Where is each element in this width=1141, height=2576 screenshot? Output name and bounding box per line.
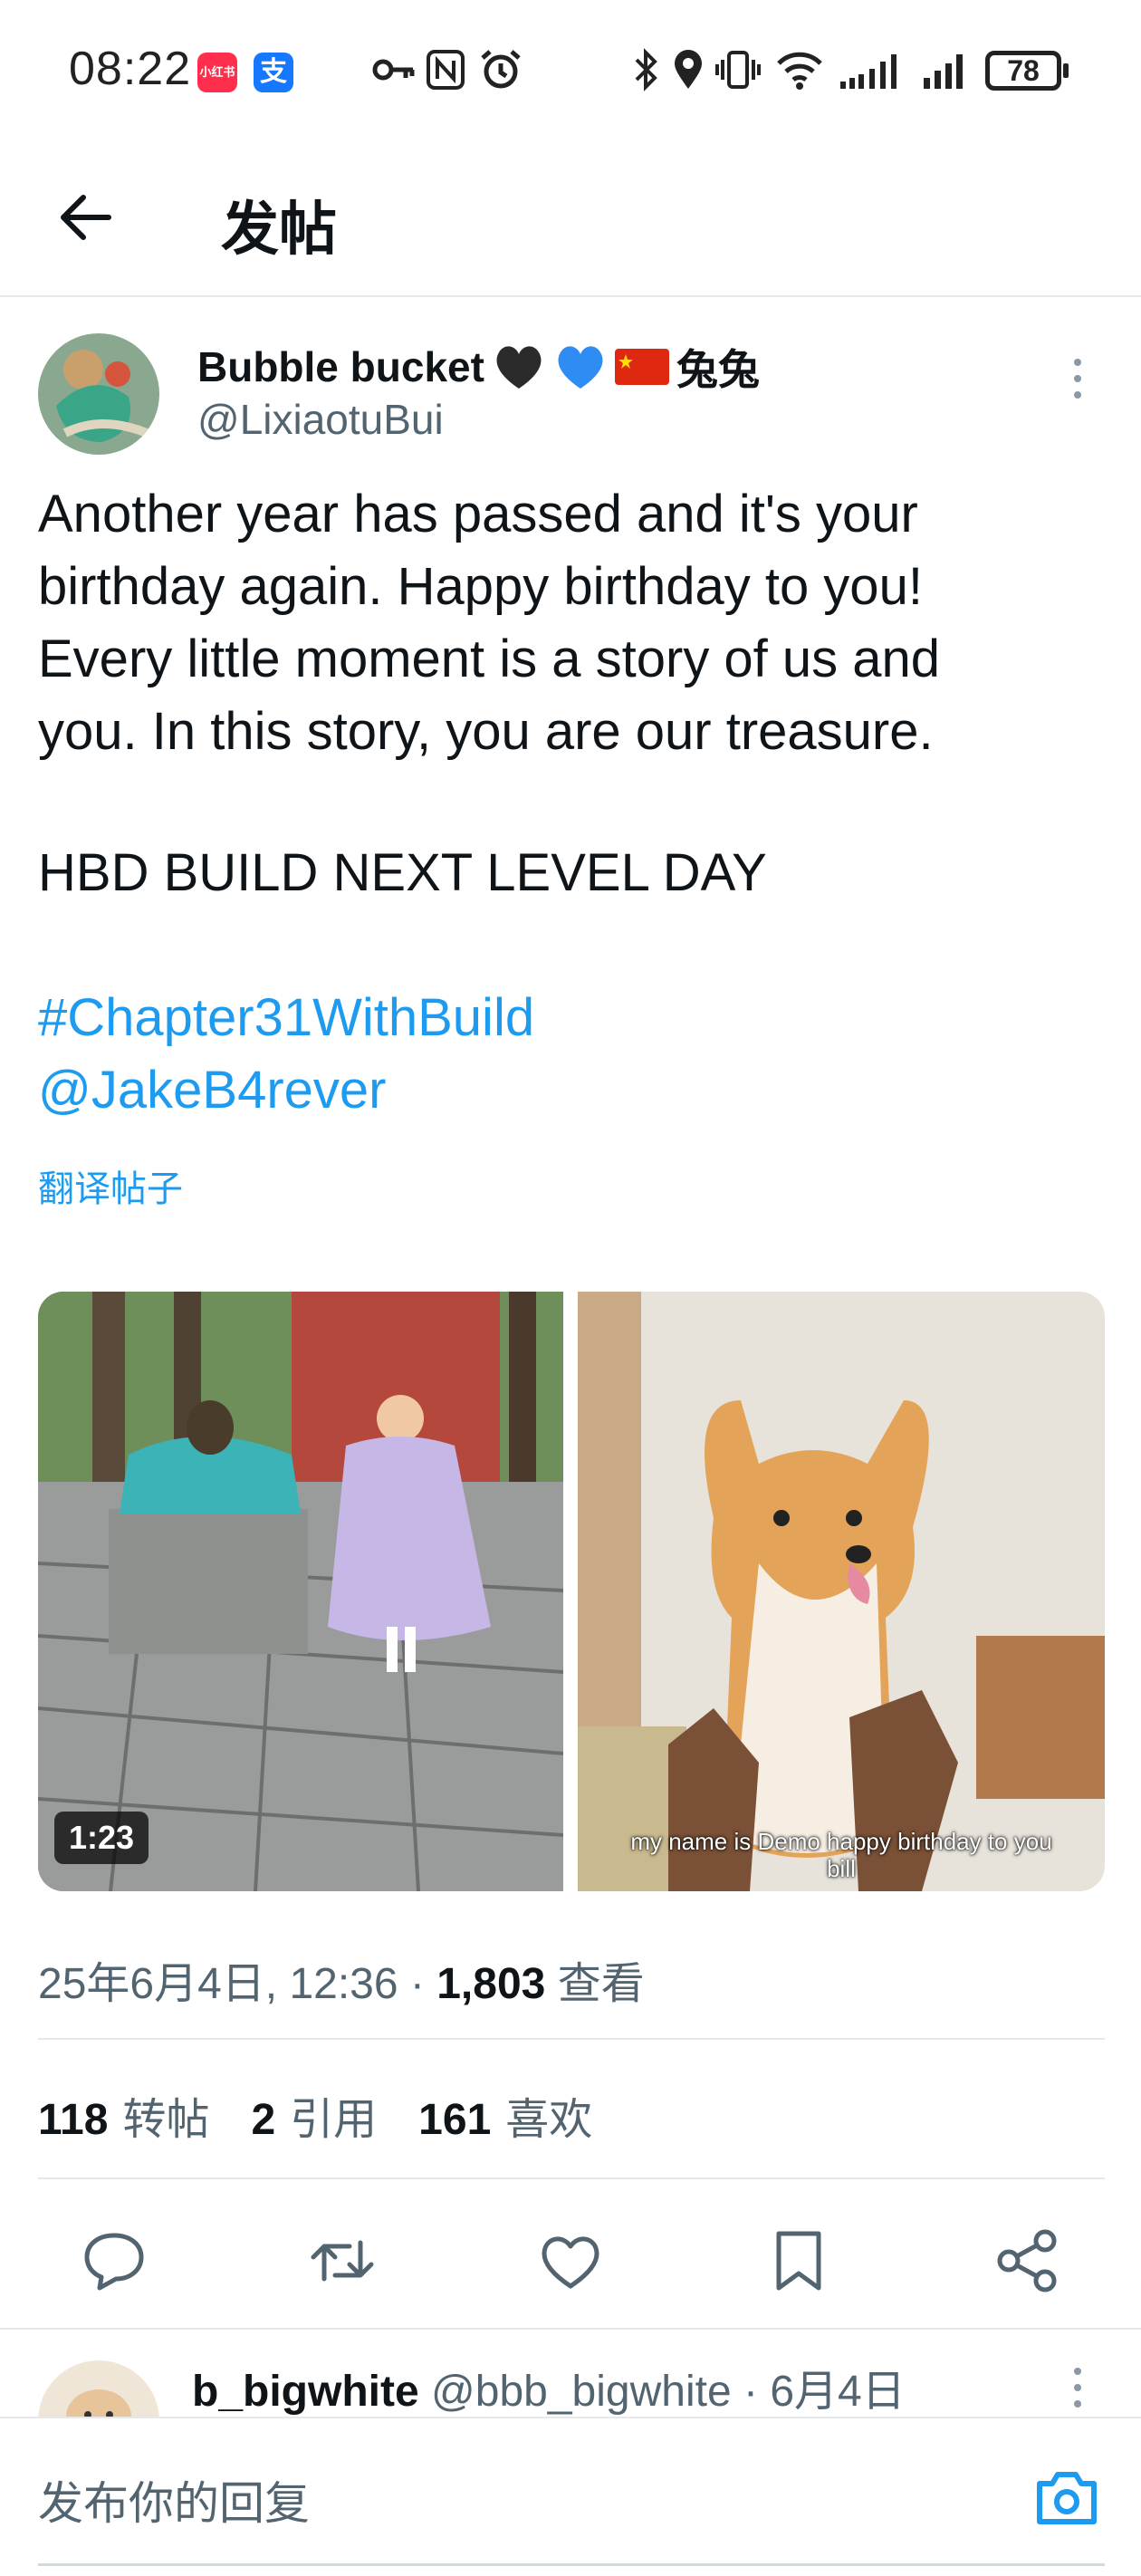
alarm-icon — [481, 50, 521, 89]
nfc-icon — [427, 50, 465, 90]
back-arrow-icon[interactable] — [51, 181, 123, 254]
divider — [38, 2177, 1105, 2179]
china-flag-icon — [614, 349, 669, 385]
signal-icon — [840, 54, 896, 89]
meta-separator: · — [398, 1960, 437, 2008]
translate-post-link[interactable]: 翻译帖子 — [38, 1159, 183, 1212]
video-duration-badge: 1:23 — [54, 1812, 149, 1864]
key-icon — [372, 59, 415, 81]
post-timestamp: 25年6月4日, 12:36 — [38, 1960, 398, 2008]
repost-icon[interactable] — [308, 2226, 377, 2295]
quotes-stat[interactable]: 2 引用 — [251, 2083, 377, 2147]
wifi-icon — [777, 52, 822, 90]
hashtag-link[interactable]: #Chapter31WithBuild — [38, 987, 534, 1048]
engagement-stats: 118 转帖 2 引用 161 喜欢 — [38, 2083, 592, 2147]
signal-icon — [924, 54, 963, 89]
video-thumbnail[interactable]: 1:23 — [38, 1292, 563, 1891]
location-icon — [675, 50, 702, 89]
mention-link[interactable]: @JakeB4rever — [38, 1060, 386, 1120]
reply-more-options-icon[interactable] — [1067, 2368, 1088, 2415]
post-meta: 25年6月4日, 12:36 · 1,803 查看 — [38, 1947, 645, 2011]
status-time: 08:22 — [69, 43, 192, 95]
author-name[interactable]: Bubble bucket 兔兔 — [197, 337, 760, 397]
reply-author-handle: @bbb_bigwhite — [431, 2368, 732, 2416]
reply-header[interactable]: b_bigwhite @bbb_bigwhite · 6月4日 — [192, 2355, 906, 2418]
author-display-name: Bubble bucket — [197, 343, 484, 390]
bluetooth-icon — [635, 48, 657, 91]
divider — [0, 2328, 1141, 2330]
black-heart-icon — [496, 346, 542, 389]
xiaohongshu-app-icon: 小红书 — [197, 53, 237, 92]
compose-underline — [38, 2563, 1105, 2566]
bookmark-icon[interactable] — [764, 2226, 833, 2295]
view-label: 查看 — [557, 1960, 645, 2008]
view-count: 1,803 — [436, 1960, 546, 2008]
top-bar: 发帖 — [0, 145, 1141, 297]
battery-indicator: 78 — [985, 51, 1061, 91]
action-bar — [0, 2210, 1141, 2310]
page-title: 发帖 — [221, 197, 337, 262]
reply-compose-bar: 发布你的回复 — [0, 2417, 1141, 2576]
video-image — [38, 1292, 563, 1891]
author-name-suffix: 兔兔 — [676, 346, 760, 393]
reposts-stat[interactable]: 118 转帖 — [38, 2083, 209, 2147]
reply-author-name: b_bigwhite — [192, 2368, 419, 2416]
reply-date: 6月4日 — [770, 2368, 906, 2416]
alipay-app-icon: 支 — [254, 53, 293, 92]
status-bar: 08:22 小红书 支 78 — [0, 0, 1141, 145]
dog-image — [578, 1292, 1105, 1891]
image-thumbnail[interactable]: my name is Demo happy birthday to you bi… — [578, 1292, 1105, 1891]
vibrate-icon — [715, 51, 761, 89]
reply-input[interactable]: 发布你的回复 — [38, 2467, 310, 2533]
image-caption: my name is Demo happy birthday to you bi… — [630, 1828, 1052, 1882]
blue-heart-icon — [558, 346, 603, 389]
battery-cap — [1063, 63, 1069, 78]
author-handle[interactable]: @LixiaotuBui — [197, 395, 444, 444]
author-avatar[interactable] — [38, 333, 159, 455]
share-icon[interactable] — [992, 2226, 1061, 2295]
more-options-icon[interactable] — [1067, 359, 1088, 406]
likes-stat[interactable]: 161 喜欢 — [418, 2083, 592, 2147]
divider — [38, 2038, 1105, 2040]
post-text: Another year has passed and it's your bi… — [38, 485, 941, 761]
like-icon[interactable] — [536, 2226, 605, 2295]
camera-icon[interactable] — [1032, 2464, 1101, 2533]
reply-separator: · — [743, 2368, 758, 2416]
reply-icon[interactable] — [80, 2226, 149, 2295]
post-text-hbd: HBD BUILD NEXT LEVEL DAY — [38, 843, 767, 902]
